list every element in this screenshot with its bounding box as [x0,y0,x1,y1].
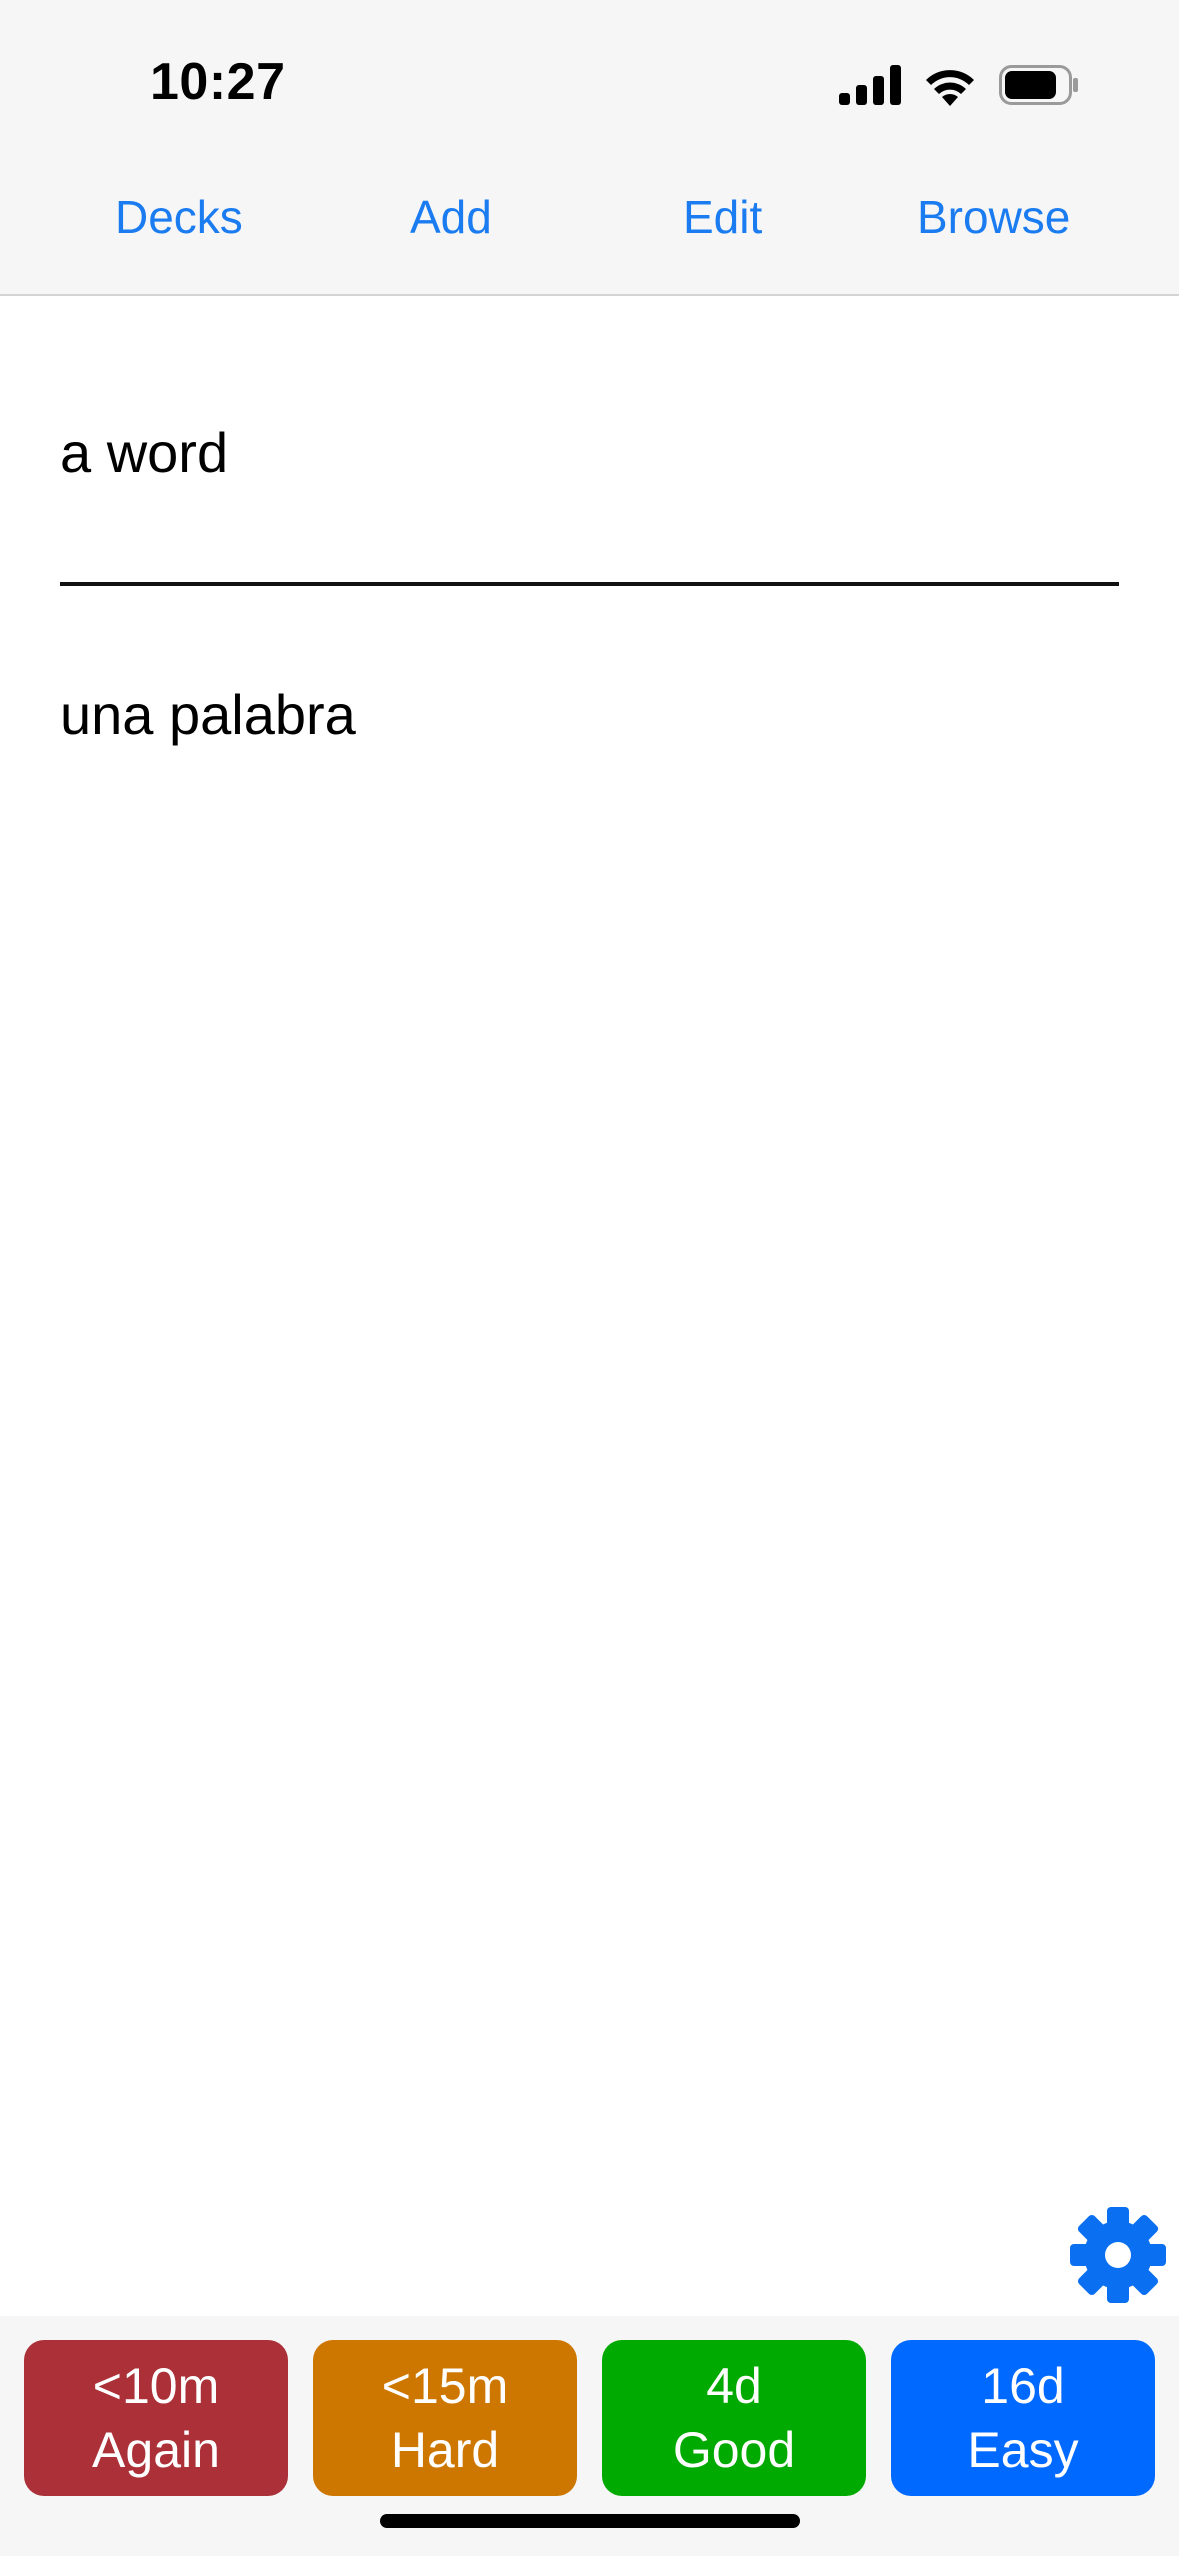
easy-interval: 16d [981,2358,1065,2414]
top-nav: Decks Add Edit Browse [0,190,1179,260]
hard-interval: <15m [381,2358,509,2414]
edit-button[interactable]: Edit [683,190,762,244]
hard-label: Hard [390,2422,500,2478]
card-divider [60,582,1119,586]
again-interval: <10m [92,2358,220,2414]
decks-button[interactable]: Decks [115,190,243,244]
good-label: Good [672,2422,796,2478]
card-front-text: a word [60,421,229,484]
home-indicator[interactable] [380,2514,800,2528]
good-button[interactable]: 4d Good [602,2340,866,2496]
wifi-icon [923,64,977,111]
add-button[interactable]: Add [410,190,492,244]
again-label: Again [92,2422,220,2478]
top-bar: 10:27 Decks Add Edit Browse [0,0,1179,296]
status-time: 10:27 [150,53,286,111]
easy-label: Easy [967,2422,1079,2478]
review-screen: 10:27 Decks Add Edit Browse a word una p… [0,0,1179,2556]
card-back-text: una palabra [60,683,356,746]
browse-button[interactable]: Browse [917,190,1070,244]
status-icons [839,62,1079,112]
battery-icon [999,64,1079,110]
gear-icon[interactable] [1068,2205,1168,2305]
easy-button[interactable]: 16d Easy [891,2340,1155,2496]
hard-button[interactable]: <15m Hard [313,2340,577,2496]
good-interval: 4d [706,2358,762,2414]
again-button[interactable]: <10m Again [24,2340,288,2496]
signal-icon [839,64,901,110]
